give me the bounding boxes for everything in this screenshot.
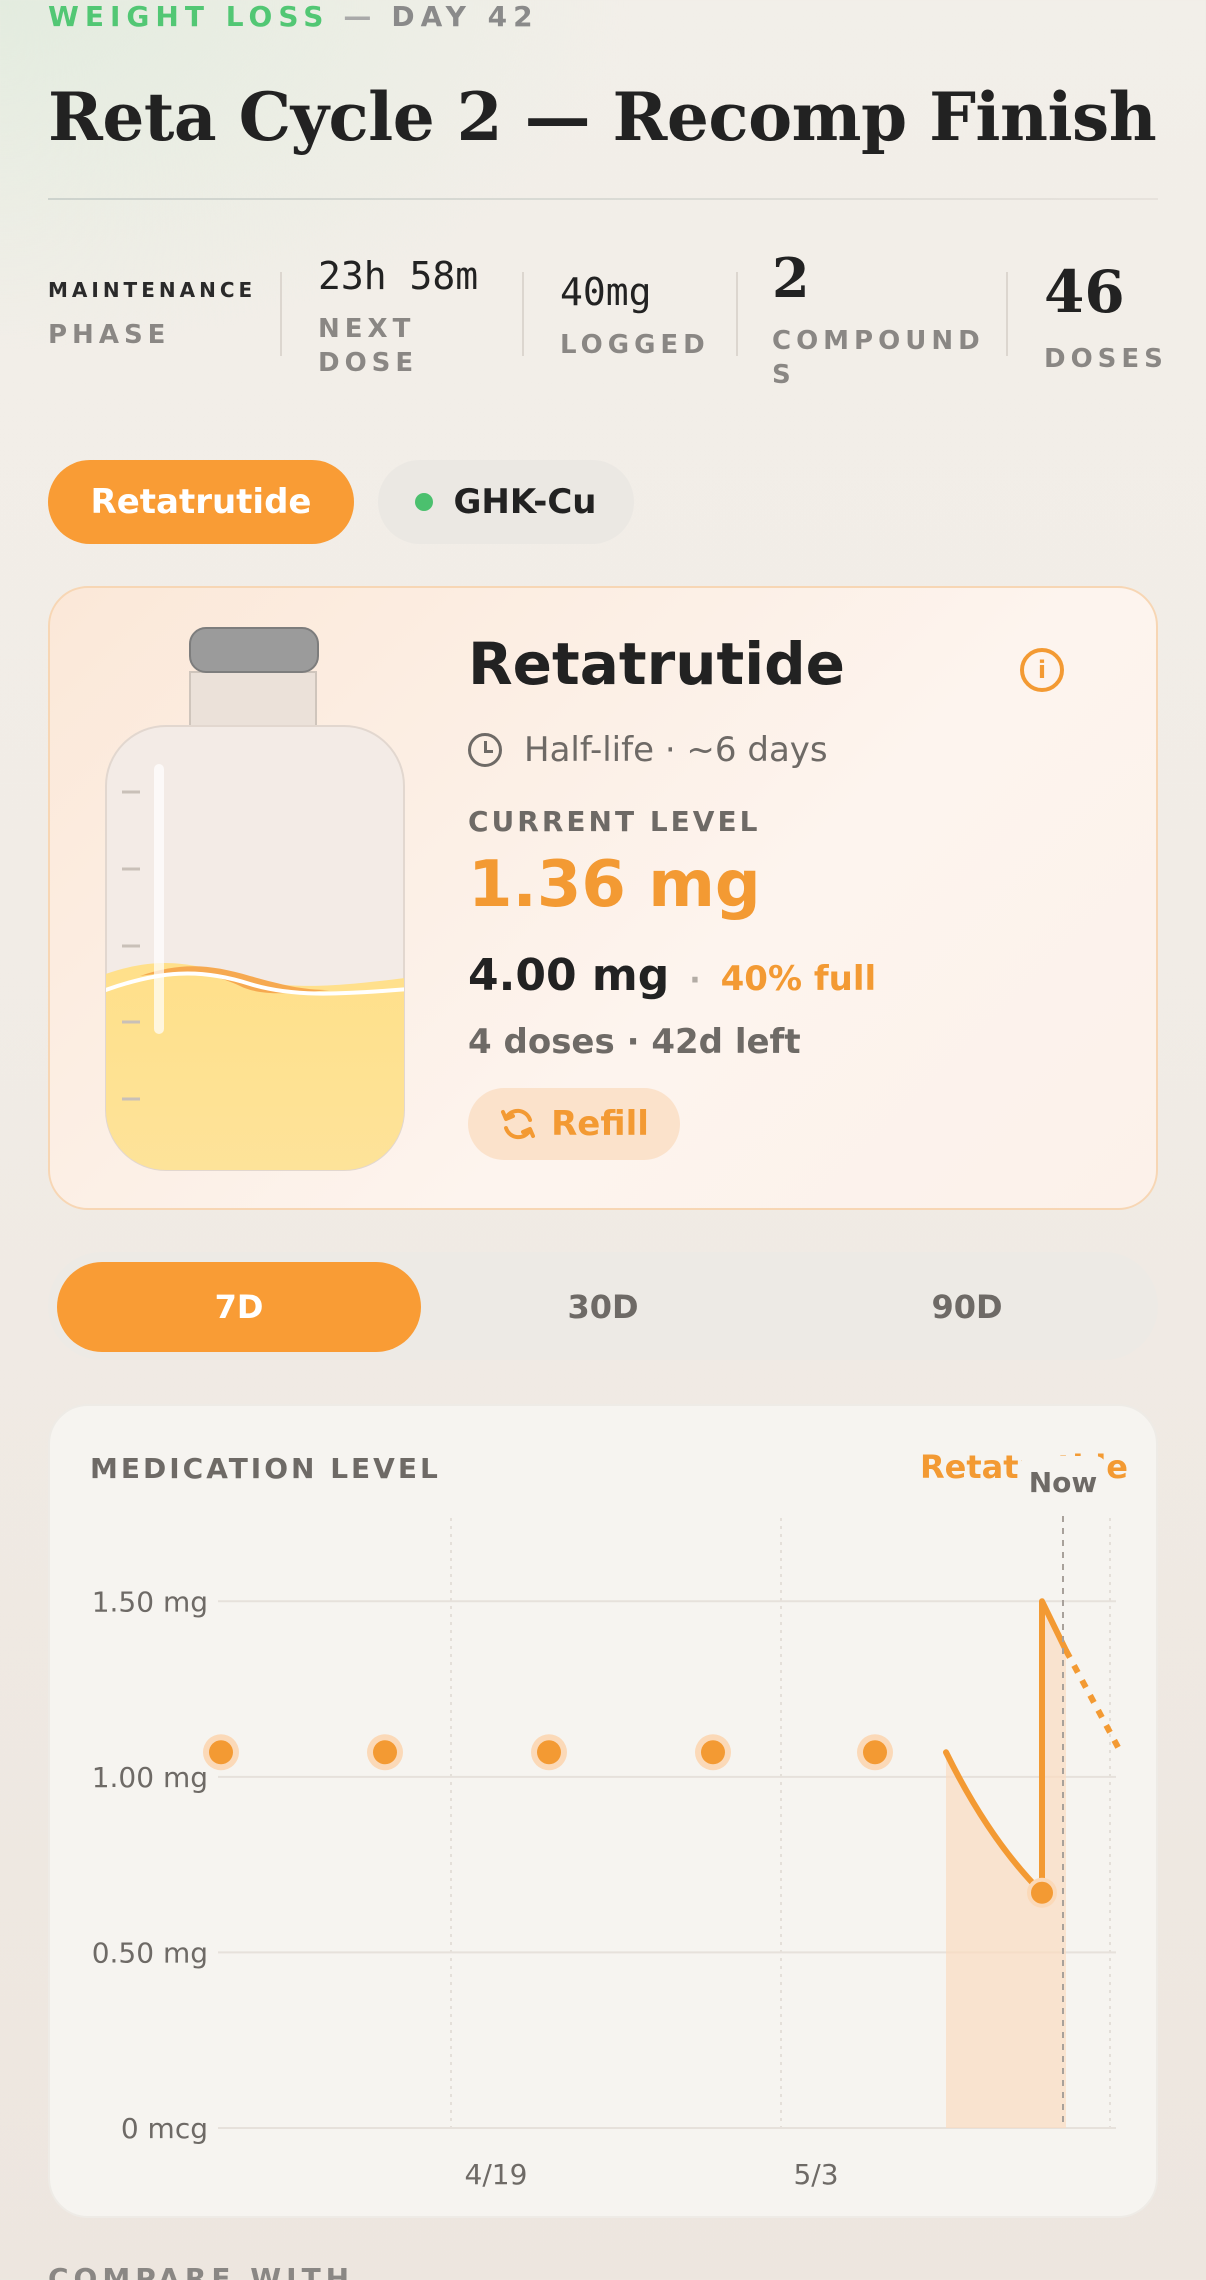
- compounds-value: 2: [772, 246, 810, 310]
- refill-button[interactable]: Refill: [468, 1088, 680, 1160]
- compounds-label-1: COMPOUND: [772, 326, 985, 356]
- dose-marker: [209, 1740, 233, 1765]
- vial-highlight: [154, 764, 164, 1034]
- page-title: Reta Cycle 2 — Recomp Finish: [48, 78, 1157, 156]
- tab-retatrutide-label: Retatrutide: [90, 482, 312, 522]
- dose-marker: [701, 1740, 725, 1765]
- header-divider: [48, 198, 1158, 200]
- vial-volume: 4.00 mg: [468, 950, 670, 1001]
- doses-value: 46: [1044, 258, 1125, 326]
- current-level-label: CURRENT LEVEL: [468, 805, 761, 838]
- doses-label: DOSES: [1044, 344, 1168, 374]
- range-30d[interactable]: 30D: [421, 1262, 785, 1352]
- projection-line: [1063, 1648, 1122, 1751]
- day-counter: DAY 42: [391, 0, 539, 33]
- vial-cap: [189, 627, 319, 673]
- tab-retatrutide[interactable]: Retatrutide: [48, 460, 354, 544]
- medication-level-chart: 0 mcg 0.50 mg 1.00 mg 1.50 mg 4/19 5/3 Now: [92, 1456, 1122, 2191]
- info-icon[interactable]: i: [1020, 648, 1064, 692]
- separator-dot: ·: [689, 963, 701, 998]
- compound-name: Retatrutide: [468, 630, 845, 698]
- vial-liquid: [106, 963, 404, 1170]
- category-label: WEIGHT LOSS: [48, 0, 330, 33]
- refresh-icon: [501, 1108, 536, 1140]
- chart-y-tick-label: 1.00 mg: [92, 1761, 208, 1794]
- next-dose-label-2: DOSE: [318, 348, 419, 378]
- kicker-separator: —: [343, 0, 378, 33]
- chart-y-tick-label: 0.50 mg: [92, 1936, 208, 1969]
- tab-ghk-cu[interactable]: GHK-Cu: [378, 460, 634, 544]
- doses-remaining: 4 doses · 42d left: [468, 1022, 801, 1062]
- clock-icon: [468, 733, 502, 767]
- chart-y-tick-label: 0 mcg: [121, 2112, 208, 2145]
- vial-volume-row: 4.00 mg · 40% full: [468, 950, 876, 1001]
- doses-left: 4 doses: [468, 1022, 615, 1062]
- trough-marker: [1027, 1877, 1057, 1908]
- phase-value: MAINTENANCE: [48, 278, 257, 302]
- next-dose-label-1: NEXT: [318, 314, 416, 344]
- chart-x-tick-label: 4/19: [465, 2158, 528, 2191]
- status-dot-icon: [415, 493, 434, 511]
- compounds-label-2: S: [772, 360, 796, 390]
- dose-marker: [373, 1740, 397, 1765]
- level-area: [946, 1601, 1066, 2128]
- stat-divider: [280, 272, 282, 356]
- half-life: Half-life · ~6 days: [468, 730, 828, 770]
- current-level-value: 1.36 mg: [468, 848, 761, 922]
- stat-divider: [522, 272, 524, 356]
- days-left: · 42d left: [626, 1022, 801, 1062]
- dose-marker: [863, 1740, 887, 1765]
- half-life-text: Half-life · ~6 days: [524, 730, 828, 770]
- next-dose-value: 23h 58m: [318, 254, 479, 298]
- chart-y-tick-label: 1.50 mg: [92, 1585, 208, 1618]
- range-90d[interactable]: 90D: [785, 1262, 1149, 1352]
- vial-neck: [189, 671, 317, 733]
- phase-label: PHASE: [48, 320, 171, 350]
- refill-label: Refill: [551, 1104, 649, 1144]
- compare-with-label: COMPARE WITH: [48, 2262, 355, 2280]
- vial-illustration: [105, 627, 405, 1171]
- category-kicker: WEIGHT LOSS — DAY 42: [48, 0, 539, 33]
- fill-percent: 40% full: [720, 959, 877, 999]
- now-label: Now: [1029, 1466, 1098, 1499]
- stat-divider: [736, 272, 738, 356]
- logged-label: LOGGED: [560, 330, 710, 360]
- range-7d[interactable]: 7D: [57, 1262, 421, 1352]
- logged-value: 40mg: [560, 270, 652, 314]
- stat-divider: [1006, 272, 1008, 356]
- dose-marker: [537, 1740, 561, 1765]
- tab-ghk-cu-label: GHK-Cu: [453, 482, 597, 522]
- chart-x-tick-label: 5/3: [793, 2158, 838, 2191]
